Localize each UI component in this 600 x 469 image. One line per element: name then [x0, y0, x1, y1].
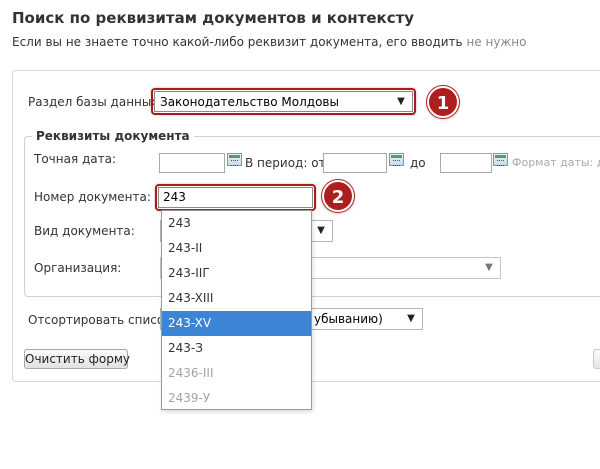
- fieldset-legend: Реквизиты документа: [32, 129, 194, 143]
- period-from-label: В период: от: [245, 156, 326, 170]
- doc-number-autocomplete: 243 243-II 243-IIГ 243-XIII 243-XV 243-З…: [161, 210, 312, 410]
- subtitle-muted-text: не нужно: [462, 35, 527, 49]
- search-button-partial[interactable]: [593, 349, 600, 369]
- subtitle-text: Если вы не знаете точно какой-либо рекви…: [12, 35, 463, 49]
- doc-number-label: Номер документа:: [34, 190, 151, 204]
- autocomplete-item[interactable]: 243-IIГ: [162, 261, 311, 286]
- chevron-down-icon: ▼: [397, 96, 405, 107]
- period-to-input[interactable]: [440, 153, 492, 173]
- clear-form-button[interactable]: Очистить форму: [24, 349, 130, 369]
- autocomplete-item[interactable]: 2436-III: [162, 361, 311, 386]
- calendar-icon[interactable]: [227, 153, 242, 166]
- autocomplete-item[interactable]: 243-II: [162, 236, 311, 261]
- autocomplete-item[interactable]: 243: [162, 211, 311, 236]
- page-title: Поиск по реквизитам документов и контекс…: [12, 9, 415, 27]
- autocomplete-item-selected[interactable]: 243-XV: [162, 311, 311, 336]
- step-badge-1: 1: [426, 85, 460, 119]
- chevron-down-icon: ▼: [485, 262, 493, 273]
- period-from-input[interactable]: [323, 153, 387, 173]
- autocomplete-item[interactable]: 243-XIII: [162, 286, 311, 311]
- calendar-icon[interactable]: [493, 153, 508, 166]
- step-badge-2: 2: [321, 179, 355, 213]
- page-subtitle: Если вы не знаете точно какой-либо рекви…: [12, 35, 526, 49]
- section-select-value: Законодательство Молдовы: [160, 95, 339, 109]
- period-to-label: до: [410, 156, 426, 170]
- autocomplete-item[interactable]: 2439-У: [162, 386, 311, 411]
- chevron-down-icon: ▼: [317, 225, 325, 236]
- calendar-icon[interactable]: [389, 153, 404, 166]
- doc-type-label: Вид документа:: [34, 224, 135, 238]
- doc-number-input[interactable]: 243: [158, 187, 313, 208]
- date-format-hint: Формат даты: д: [512, 156, 600, 169]
- section-label: Раздел базы данных:: [28, 95, 163, 109]
- chevron-down-icon: ▼: [407, 313, 415, 324]
- section-select[interactable]: Законодательство Молдовы ▼: [154, 91, 413, 112]
- autocomplete-item[interactable]: 243-З: [162, 336, 311, 361]
- exact-date-label: Точная дата:: [34, 152, 117, 166]
- exact-date-input[interactable]: [159, 153, 225, 173]
- organization-label: Организация:: [34, 261, 122, 275]
- sort-select-value: убыванию): [314, 312, 383, 326]
